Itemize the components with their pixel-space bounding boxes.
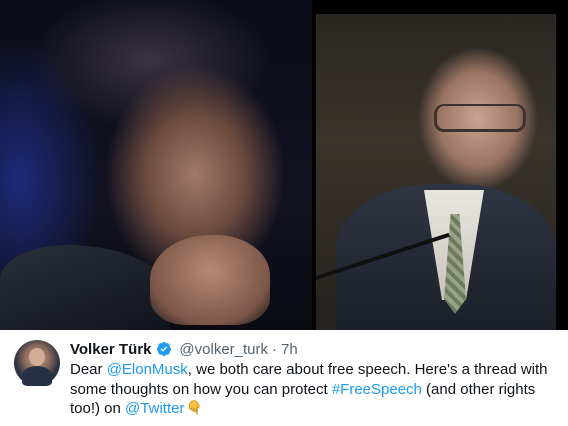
avatar-body bbox=[22, 366, 52, 386]
separator-dot: · bbox=[272, 340, 278, 358]
glasses-shape bbox=[434, 104, 526, 132]
tweet-card[interactable]: Volker Türk @volker_turk · 7h Dear @Elon… bbox=[0, 330, 568, 426]
jacket-shape bbox=[0, 245, 170, 330]
author-name[interactable]: Volker Türk bbox=[70, 341, 151, 358]
hand-shape bbox=[150, 235, 270, 325]
tweet-timestamp[interactable]: 7h bbox=[281, 341, 298, 358]
mention-elonmusk-link[interactable]: @ElonMusk bbox=[107, 361, 188, 378]
tweet-header: Volker Türk @volker_turk · 7h bbox=[70, 339, 298, 359]
verified-badge-icon bbox=[157, 342, 172, 356]
avatar[interactable] bbox=[14, 340, 60, 386]
right-photo bbox=[315, 14, 556, 330]
avatar-face bbox=[29, 348, 45, 366]
mention-twitter-link[interactable]: @Twitter bbox=[125, 400, 184, 417]
left-photo bbox=[0, 0, 312, 330]
hashtag-freespeech-link[interactable]: #FreeSpeech bbox=[332, 381, 422, 398]
pointing-down-icon bbox=[189, 400, 201, 415]
tweet-text: Dear @ElonMusk, we both care about free … bbox=[70, 360, 560, 419]
tweet-text-part: Dear bbox=[70, 361, 107, 378]
author-handle[interactable]: @volker_turk bbox=[179, 341, 268, 358]
meme-frame: Volker Türk @volker_turk · 7h Dear @Elon… bbox=[0, 0, 568, 426]
